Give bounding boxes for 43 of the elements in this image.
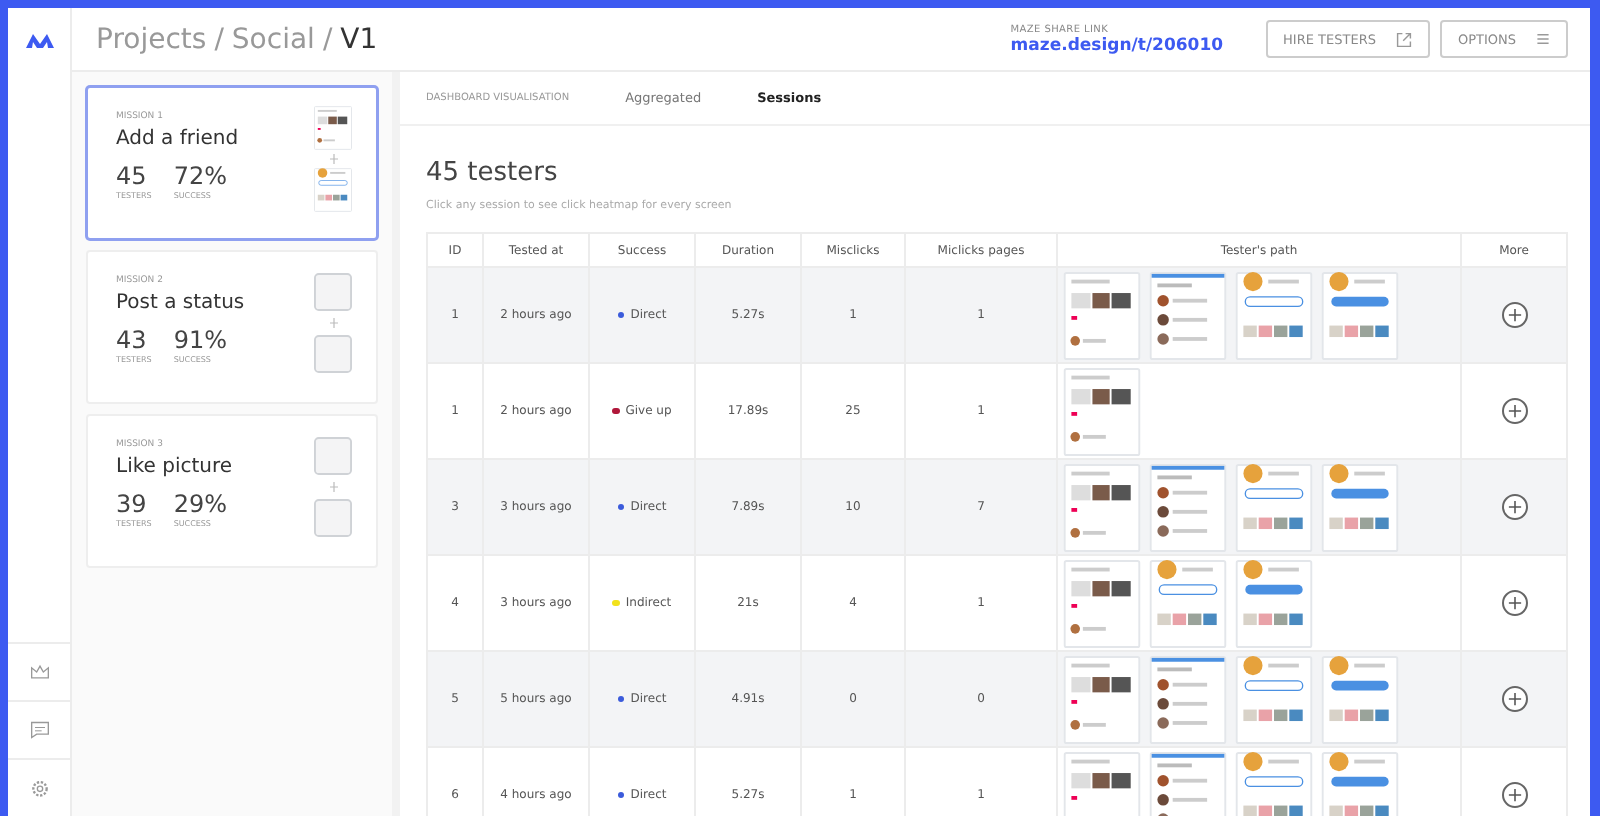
plus-icon [329,318,337,328]
screen-placeholder [314,434,352,478]
stat-value: 29% [173,490,227,518]
mission-title: Add a friend [116,128,241,150]
share-link[interactable]: maze.design/t/206010 [1010,35,1224,55]
stat-value: 72% [173,162,227,190]
breadcrumb-separator: / [214,23,224,55]
more-button[interactable] [1501,302,1527,328]
plus-icon [1507,500,1521,514]
more-button[interactable] [1501,686,1527,712]
stat-value: 39 [116,490,149,518]
screen-placeholder [314,270,352,314]
more-button[interactable] [1501,398,1527,424]
screen-placeholder [314,496,352,540]
plus-icon [1507,596,1521,610]
plus-icon [1507,788,1521,802]
stat-value: 43 [116,326,149,354]
breadcrumb-link[interactable]: Projects [96,23,207,55]
stat-value: 91% [173,326,227,354]
results-heading: 45 testers [426,158,560,188]
plus-icon [329,154,337,164]
plus-icon [1507,308,1521,322]
breadcrumb-current: V1 [340,23,378,55]
more-button[interactable] [1501,590,1527,616]
chat-icon[interactable] [29,720,49,740]
mission-title: Post a status [116,292,247,314]
screen-placeholder [314,332,352,376]
plus-icon [329,482,337,492]
stat-value: 45 [116,162,149,190]
more-button[interactable] [1501,782,1527,808]
screen-thumbnail [314,106,352,150]
settings-icon[interactable] [29,778,49,798]
mission-title: Like picture [116,456,235,478]
plus-icon [1507,404,1521,418]
plus-icon [1507,692,1521,706]
more-button[interactable] [1501,494,1527,520]
breadcrumb-separator: / [322,23,333,55]
external-link-icon [1395,31,1412,47]
logo-icon [25,32,53,48]
list-icon [1536,32,1550,46]
breadcrumb-link[interactable]: Social [231,23,315,55]
screen-thumbnail [314,168,352,212]
crown-icon[interactable] [29,662,49,682]
